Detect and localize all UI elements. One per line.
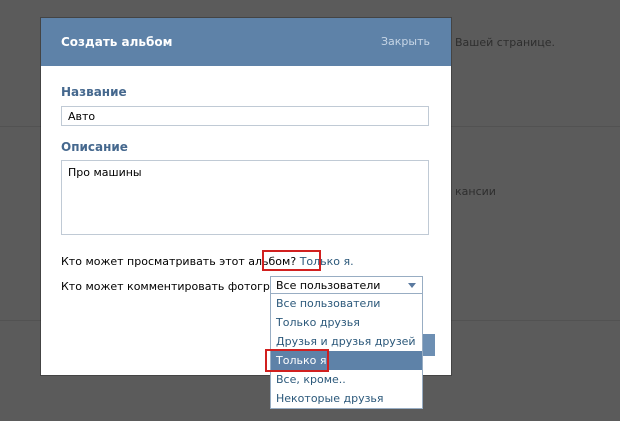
description-label: Описание: [61, 140, 128, 154]
highlight-box: [262, 250, 321, 271]
dropdown-option[interactable]: Некоторые друзья: [271, 389, 422, 408]
name-label: Название: [61, 85, 127, 99]
chevron-down-icon[interactable]: [408, 283, 416, 288]
album-description-textarea[interactable]: Про машины: [61, 160, 429, 235]
dialog-header: Создать альбом Закрыть: [41, 18, 451, 66]
close-button[interactable]: Закрыть: [381, 35, 430, 48]
dropdown-selected[interactable]: Все пользователи: [271, 277, 422, 294]
dropdown-option[interactable]: Только друзья: [271, 313, 422, 332]
dropdown-selected-label: Все пользователи: [276, 279, 381, 292]
background-text: кансии: [455, 185, 496, 198]
highlight-box: [265, 349, 329, 372]
dropdown-option[interactable]: Все, кроме..: [271, 370, 422, 389]
save-button[interactable]: [421, 334, 435, 356]
comment-permission-dropdown[interactable]: Все пользователи Все пользователи Только…: [270, 276, 423, 409]
background-text: Вашей странице.: [455, 36, 556, 49]
dropdown-option[interactable]: Все пользователи: [271, 294, 422, 313]
view-permission-label: Кто может просматривать этот альбом?: [61, 255, 297, 268]
album-name-input[interactable]: Авто: [61, 106, 429, 126]
dialog-title: Создать альбом: [61, 35, 173, 49]
